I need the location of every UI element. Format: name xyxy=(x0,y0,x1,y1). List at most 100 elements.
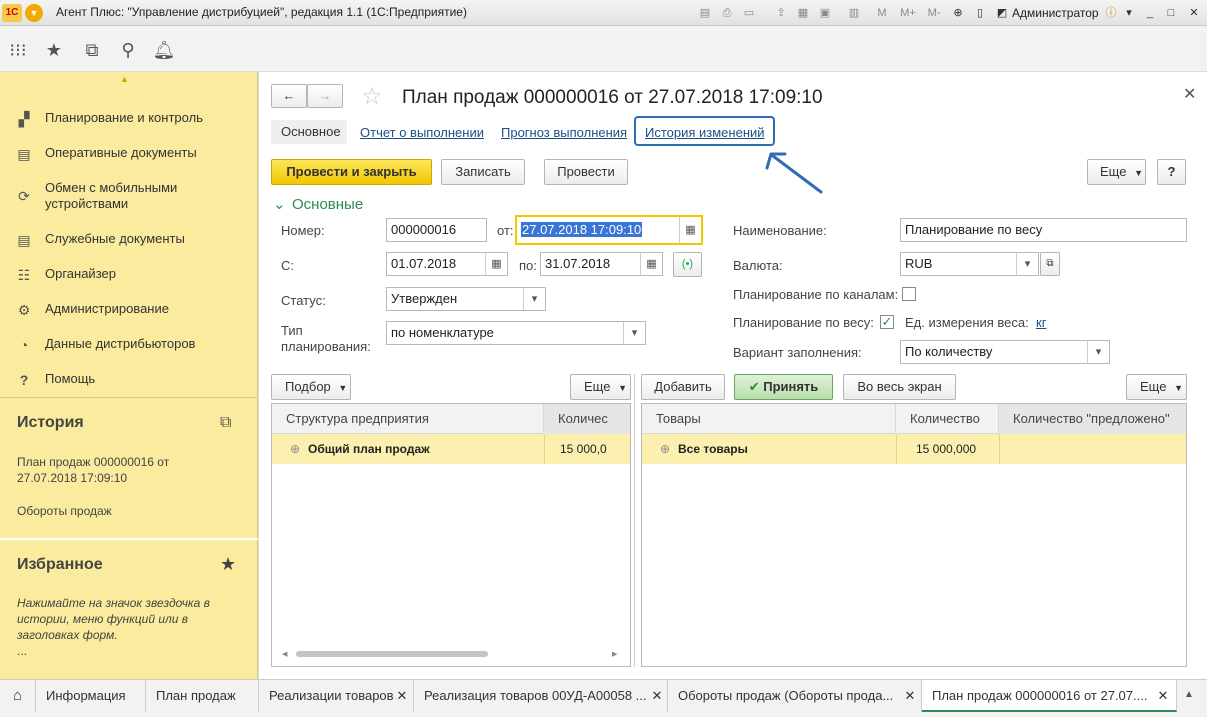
search-icon[interactable]: ⚲ xyxy=(116,38,140,62)
sidebar-item-service-docs[interactable]: ▤ Служебные документы xyxy=(0,231,258,261)
close-icon[interactable]: ✕ xyxy=(650,689,664,703)
task-tab-goods-sales[interactable]: Реализации товаров xyxy=(259,680,414,712)
dropdown-arrow-icon[interactable]: ▾ xyxy=(1121,5,1137,21)
chevron-down-icon[interactable]: ▾ xyxy=(523,288,545,310)
column-header[interactable]: Товары xyxy=(642,404,896,434)
status-select[interactable]: Утвержден ▾ xyxy=(386,287,546,311)
sum-icon[interactable]: ▦ xyxy=(795,5,811,21)
group-title[interactable]: Основные xyxy=(292,196,363,213)
forward-arrow-icon[interactable]: → xyxy=(307,84,343,108)
goods-table[interactable]: Товары Количество Количество "предложено… xyxy=(641,403,1187,667)
close-icon[interactable]: ✕ xyxy=(1156,689,1170,703)
sidebar-item-organizer[interactable]: ☷ Органайзер xyxy=(0,266,258,296)
print-icon[interactable]: ⎙ xyxy=(719,5,735,21)
tab-execution-report[interactable]: Отчет о выполнении xyxy=(360,125,484,140)
task-tab-goods-sale-doc[interactable]: Реализация товаров 00УД-А00058 ... xyxy=(414,680,668,712)
tab-main[interactable]: Основное xyxy=(271,120,347,144)
name-field[interactable]: Планирование по весу xyxy=(900,218,1187,242)
number-field[interactable]: 000000016 xyxy=(386,218,487,242)
horizontal-scrollbar[interactable]: ◀ ▶ xyxy=(282,650,620,658)
scroll-right-icon[interactable]: ▶ xyxy=(612,650,617,658)
date-field[interactable]: 27.07.2018 17:09:10 ▦ xyxy=(515,215,703,245)
memory-m-icon[interactable]: M xyxy=(874,5,890,21)
panel-splitter[interactable] xyxy=(634,374,635,667)
currency-select[interactable]: RUB ▾ xyxy=(900,252,1039,276)
left-more-button[interactable]: Еще ▼ xyxy=(570,374,631,400)
collapse-arrow-icon[interactable]: ▲ xyxy=(120,74,129,84)
table-row[interactable]: ⊕ Все товары 15 000,000 xyxy=(642,434,1186,464)
close-window-icon[interactable]: ✕ xyxy=(1186,5,1202,21)
expand-icon[interactable]: ⊕ xyxy=(660,434,670,464)
minimize-icon[interactable]: _ xyxy=(1142,5,1158,21)
period-to-field[interactable]: 31.07.2018 ▦ xyxy=(540,252,663,276)
more-button[interactable]: Еще ▼ xyxy=(1087,159,1146,185)
column-header[interactable]: Структура предприятия xyxy=(272,404,544,434)
home-icon[interactable]: ⌂ xyxy=(0,680,36,712)
task-tab-current-plan[interactable]: План продаж 000000016 от 27.07.... xyxy=(922,680,1177,712)
calendar-icon[interactable]: ▦ xyxy=(640,253,662,275)
calendar-icon[interactable]: ▦ xyxy=(485,253,507,275)
attach-icon[interactable]: ⇪ xyxy=(773,5,789,21)
tab-forecast[interactable]: Прогноз выполнения xyxy=(501,125,627,140)
structure-table[interactable]: Структура предприятия Количес ⊕ Общий пл… xyxy=(271,403,631,667)
save-button[interactable]: Записать xyxy=(441,159,525,185)
fill-variant-select[interactable]: По количеству ▾ xyxy=(900,340,1110,364)
period-from-field[interactable]: 01.07.2018 ▦ xyxy=(386,252,508,276)
zoom-icon[interactable]: ⊕ xyxy=(950,5,966,21)
scrollbar-thumb[interactable] xyxy=(296,651,488,657)
favorite-star-icon[interactable]: ☆ xyxy=(361,82,383,111)
back-arrow-icon[interactable]: ← xyxy=(271,84,307,108)
memory-plus-icon[interactable]: M+ xyxy=(900,5,916,21)
add-button[interactable]: Добавить xyxy=(641,374,725,400)
current-user[interactable]: Администратор xyxy=(1012,6,1099,20)
calendar-icon[interactable]: ▦ xyxy=(679,217,701,243)
history-icon[interactable]: ⧉ xyxy=(220,414,231,432)
star-icon[interactable]: ★ xyxy=(220,554,236,575)
scroll-left-icon[interactable]: ◀ xyxy=(282,650,287,658)
bell-icon[interactable]: 🔔︎ xyxy=(152,38,176,62)
sidebar-item-operational-docs[interactable]: ▤ Оперативные документы xyxy=(0,145,258,175)
period-choice-icon[interactable]: (•) xyxy=(673,252,702,277)
group-collapse-icon[interactable]: ⌄ xyxy=(273,195,286,213)
expand-icon[interactable]: ⊕ xyxy=(290,434,300,464)
open-icon[interactable]: ⧉ xyxy=(1040,252,1060,276)
accept-button[interactable]: ✔ Принять xyxy=(734,374,833,400)
sidebar-item-administration[interactable]: ⚙ Администрирование xyxy=(0,301,258,331)
close-icon[interactable]: ✕ xyxy=(903,689,917,703)
task-tab-sales-plan[interactable]: План продаж xyxy=(146,680,259,712)
fullscreen-button[interactable]: Во весь экран xyxy=(843,374,956,400)
main-menu-button[interactable]: ▼ xyxy=(25,4,43,22)
history-icon[interactable]: ⧉ xyxy=(80,38,104,62)
close-form-icon[interactable]: ✕ xyxy=(1183,84,1196,104)
chevron-up-icon[interactable]: ▲ xyxy=(1184,689,1194,700)
calendar-icon[interactable]: ▥ xyxy=(846,5,862,21)
close-icon[interactable]: ✕ xyxy=(395,689,409,703)
column-header[interactable]: Количес xyxy=(544,404,630,434)
sidebar-item-distributor-data[interactable]: ◔ Данные дистрибьюторов xyxy=(0,336,258,366)
column-header[interactable]: Количество xyxy=(896,404,999,434)
table-row[interactable]: ⊕ Общий план продаж 15 000,0 xyxy=(272,434,630,464)
chevron-down-icon[interactable]: ▾ xyxy=(1087,341,1109,363)
calculator-icon[interactable]: ▣ xyxy=(817,5,833,21)
sidebar-item-mobile-exchange[interactable]: ⟳ Обмен с мобильными устройствами xyxy=(0,180,258,216)
task-tab-sales-turnover[interactable]: Обороты продаж (Обороты прода... xyxy=(668,680,922,712)
preview-icon[interactable]: ▭ xyxy=(741,5,757,21)
planning-type-select[interactable]: по номенклатуре ▾ xyxy=(386,321,646,345)
chevron-down-icon[interactable]: ▾ xyxy=(1016,253,1038,275)
post-button[interactable]: Провести xyxy=(544,159,628,185)
history-entry[interactable]: План продаж 000000016 от 27.07.2018 17:0… xyxy=(17,454,217,486)
sidebar-item-planning[interactable]: ▞ Планирование и контроль xyxy=(0,110,258,140)
apps-grid-icon[interactable]: ⁝⁝⁝ xyxy=(6,38,30,62)
task-tab-info[interactable]: Информация xyxy=(36,680,146,712)
tab-change-history[interactable]: История изменений xyxy=(645,125,765,140)
weight-unit-link[interactable]: кг xyxy=(1036,315,1046,330)
by-channels-checkbox[interactable] xyxy=(902,287,916,301)
help-button[interactable]: ? xyxy=(1157,159,1186,185)
favorites-star-icon[interactable]: ★ xyxy=(42,38,66,62)
select-button[interactable]: Подбор ▼ xyxy=(271,374,351,400)
maximize-icon[interactable]: □ xyxy=(1163,5,1179,21)
right-more-button[interactable]: Еще ▼ xyxy=(1126,374,1187,400)
panel-icon[interactable]: ▯ xyxy=(972,5,988,21)
column-header[interactable]: Количество "предложено" xyxy=(999,404,1186,434)
history-entry[interactable]: Обороты продаж xyxy=(17,503,112,519)
